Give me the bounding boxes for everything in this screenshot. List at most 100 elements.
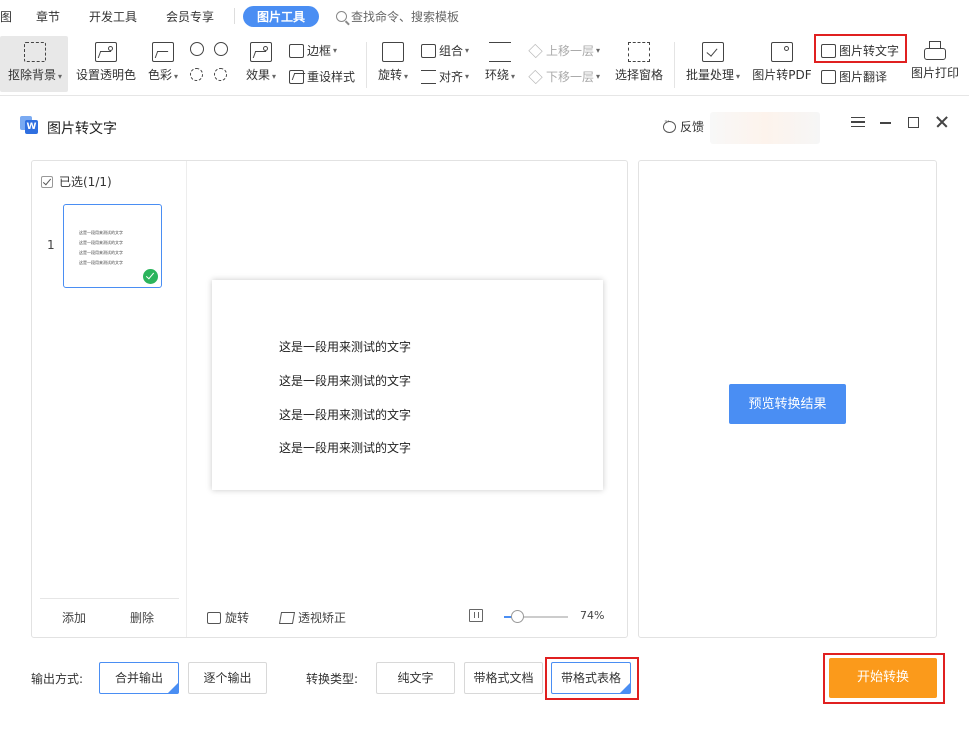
group-label: 组合 <box>439 44 464 58</box>
selection-pane-label: 选择窗格 <box>614 68 663 82</box>
set-transparent-button[interactable]: 设置透明色 <box>74 42 138 83</box>
image-to-pdf-button[interactable]: 图片转PDF <box>750 42 814 83</box>
border-button[interactable]: 边框 ▾ <box>289 42 337 59</box>
bring-forward-button[interactable]: 上移一层 ▾ <box>528 42 600 59</box>
image-to-pdf-label: 图片转PDF <box>752 68 812 82</box>
formatted-doc-option[interactable]: 带格式文档 <box>464 662 543 694</box>
color-image-icon <box>152 42 174 62</box>
perspective-icon <box>278 611 296 624</box>
rotate-left-icon <box>190 42 204 56</box>
wrap-button[interactable]: 环绕 ▾ <box>481 42 519 83</box>
tab-picture[interactable]: 图 <box>0 8 12 25</box>
thumbnail-list: 已选(1/1) 1 这是一段用来测试的文字 这是一段用来测试的文字 这是一段用来… <box>32 161 187 637</box>
tab-dev-tools[interactable]: 开发工具 <box>89 8 137 25</box>
selection-pane-button[interactable]: 选择窗格 <box>612 42 666 83</box>
image-to-text-logo-icon: W <box>20 116 38 134</box>
minimize-icon[interactable] <box>879 115 893 129</box>
ribbon-toolbar: 抠除背景 ▾ 设置透明色 色彩 ▾ 效果 ▾ 边框 ▾ 重设样式 旋转 ▾ 组合 ▾ 对齐 ▾… <box>0 32 969 96</box>
align-label: 对齐 <box>439 70 464 84</box>
rotate-right-icon <box>214 42 228 56</box>
rotate-image-label: 旋转 <box>225 611 250 625</box>
result-panel: 预览转换结果 <box>638 160 937 638</box>
effects-label: 效果 <box>245 68 270 82</box>
brightness-down-button[interactable] <box>214 68 230 81</box>
image-to-pdf-icon <box>771 42 793 62</box>
delete-image-button[interactable]: 删除 <box>130 609 154 626</box>
tab-picture-tools[interactable]: 图片工具 <box>243 6 320 27</box>
brightness-up-button[interactable] <box>190 68 206 81</box>
selected-count-label: 已选(1/1) <box>59 175 112 189</box>
highlight-start-convert <box>823 653 945 704</box>
group-icon <box>421 43 436 58</box>
highlight-image-to-text <box>814 34 907 63</box>
thumbnail-item[interactable]: 这是一段用来测试的文字 这是一段用来测试的文字 这是一段用来测试的文字 这是一段… <box>63 204 162 288</box>
merge-output-option[interactable]: 合并输出 <box>99 662 179 694</box>
image-translate-icon <box>821 69 836 84</box>
reset-style-icon <box>289 69 304 84</box>
rotate-left-button[interactable] <box>190 42 207 56</box>
ribbon-divider <box>366 42 367 88</box>
select-all-checkbox[interactable]: 已选(1/1) <box>41 173 112 190</box>
wrap-icon <box>489 42 511 62</box>
feedback-button[interactable]: 反馈 <box>663 117 705 135</box>
zoom-slider[interactable] <box>504 610 568 623</box>
align-icon <box>421 69 436 84</box>
send-backward-icon <box>528 69 543 84</box>
image-workspace: 已选(1/1) 1 这是一段用来测试的文字 这是一段用来测试的文字 这是一段用来… <box>31 160 628 638</box>
effects-button[interactable]: 效果 ▾ <box>242 42 280 83</box>
account-area[interactable] <box>710 112 820 144</box>
align-button[interactable]: 对齐 ▾ <box>421 68 469 85</box>
printer-icon <box>924 41 946 60</box>
dialog-title: 图片转文字 <box>47 121 117 137</box>
image-preview: 这是一段用来测试的文字 这是一段用来测试的文字 这是一段用来测试的文字 这是一段… <box>212 280 603 490</box>
magic-wand-icon <box>24 42 46 62</box>
remove-background-button[interactable]: 抠除背景 ▾ <box>4 42 66 83</box>
menu-icon[interactable] <box>851 117 865 127</box>
border-icon <box>289 43 304 58</box>
reset-style-button[interactable]: 重设样式 <box>289 68 355 85</box>
thumbnail-number: 1 <box>47 238 55 252</box>
add-image-button[interactable]: 添加 <box>62 609 86 626</box>
batch-check-icon <box>702 42 724 62</box>
maximize-icon[interactable] <box>908 117 919 128</box>
highlight-formatted-table <box>545 657 639 700</box>
color-label: 色彩 <box>147 68 172 82</box>
tab-member[interactable]: 会员专享 <box>166 8 214 25</box>
rotate-right-button[interactable] <box>214 42 231 56</box>
image-print-button[interactable]: 图片打印 <box>908 41 962 81</box>
reset-style-label: 重设样式 <box>307 70 356 84</box>
thumb-text-line: 这是一段用来测试的文字 <box>79 260 123 265</box>
fit-to-window-icon[interactable] <box>469 609 483 622</box>
border-label: 边框 <box>307 44 332 58</box>
send-backward-button[interactable]: 下移一层 ▾ <box>528 68 600 85</box>
preview-result-button[interactable]: 预览转换结果 <box>729 384 846 424</box>
thumb-text-line: 这是一段用来测试的文字 <box>79 250 123 255</box>
group-button[interactable]: 组合 ▾ <box>421 42 469 59</box>
thumb-text-line: 这是一段用来测试的文字 <box>79 240 123 245</box>
batch-process-button[interactable]: 批量处理 ▾ <box>682 42 744 83</box>
each-output-option[interactable]: 逐个输出 <box>188 662 267 694</box>
thumb-footer-divider <box>40 598 179 599</box>
perspective-correct-button[interactable]: 透视矫正 <box>278 609 346 626</box>
command-search[interactable]: 查找命令、搜索模板 <box>336 8 459 25</box>
checkbox-checked-icon <box>41 175 53 188</box>
rotate-button[interactable]: 旋转 ▾ <box>374 42 412 83</box>
preview-text-line: 这是一段用来测试的文字 <box>279 441 412 455</box>
feedback-label: 反馈 <box>680 120 705 134</box>
search-label: 查找命令、搜索模板 <box>351 10 460 24</box>
rotate-image-button[interactable]: 旋转 <box>207 609 249 626</box>
set-transparent-label: 设置透明色 <box>75 68 136 82</box>
plain-text-option[interactable]: 纯文字 <box>376 662 455 694</box>
menu-divider <box>234 8 235 24</box>
close-icon[interactable] <box>935 115 949 129</box>
wrap-label: 环绕 <box>484 68 509 82</box>
send-backward-label: 下移一层 <box>546 70 595 84</box>
color-button[interactable]: 色彩 ▾ <box>144 42 182 83</box>
zoom-slider-handle[interactable] <box>510 610 524 623</box>
output-mode-label: 输出方式: <box>31 672 84 686</box>
image-print-label: 图片打印 <box>910 66 959 80</box>
bring-forward-icon <box>528 43 543 58</box>
preview-text-line: 这是一段用来测试的文字 <box>279 340 412 354</box>
image-translate-button[interactable]: 图片翻译 <box>821 68 887 85</box>
tab-chapter[interactable]: 章节 <box>36 8 60 25</box>
